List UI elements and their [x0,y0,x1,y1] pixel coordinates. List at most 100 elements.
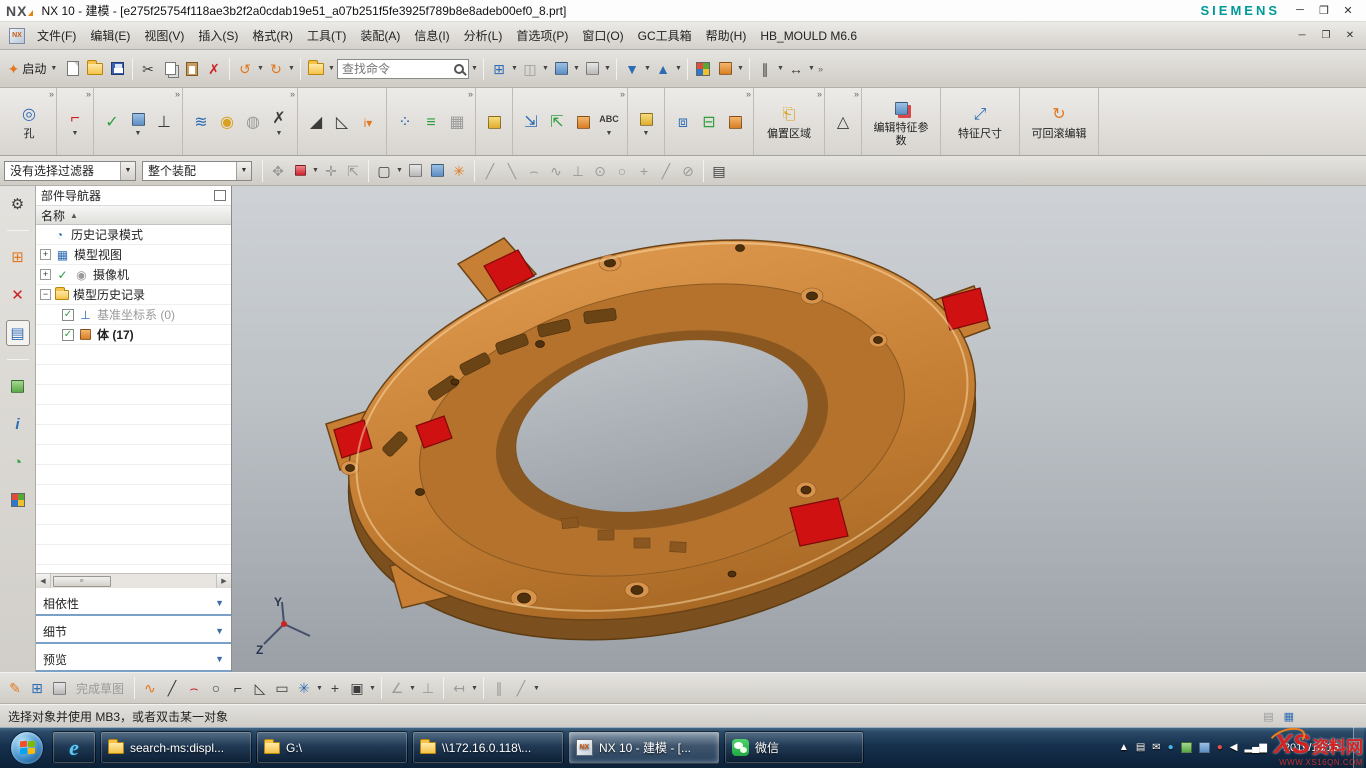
offset-dropdown-arrow[interactable]: ▼ [368,685,377,692]
redo-dropdown-arrow[interactable]: ▼ [287,65,296,72]
menu-hb-mould[interactable]: HB_MOULD M6.6 [753,25,864,47]
mail-tray-icon[interactable]: ✉ [1152,743,1160,753]
layout-dropdown-arrow[interactable]: ▼ [510,65,519,72]
offset-region-button[interactable]: ⎗ 偏置区域 [761,104,817,141]
menu-view[interactable]: 视图(V) [137,23,191,48]
label-abc-button[interactable]: ABC▼ [598,108,620,137]
view-dropdown-arrow[interactable]: ▼ [541,65,550,72]
point-tool-button[interactable]: + [324,676,346,700]
volume-tray-icon[interactable]: ◀ [1230,743,1238,753]
copy-button[interactable] [159,57,181,81]
undo-button[interactable]: ↺ [234,57,256,81]
command-search-input[interactable] [342,62,451,76]
antivirus-tray-icon[interactable] [1181,742,1192,753]
info-button[interactable]: i▾ [357,112,379,134]
polygon-dropdown-arrow[interactable]: ▼ [315,685,324,692]
menu-preferences[interactable]: 首选项(P) [509,23,575,48]
tree-item-cameras[interactable]: + ✓ ◉ 摄像机 [36,265,231,285]
feature-dimension-button[interactable]: ⤢ 特征尺寸 [948,104,1012,141]
mdi-minimize-button[interactable]: ─ [1290,30,1314,41]
group-overflow[interactable]: » [86,89,91,99]
internet-explorer-button[interactable]: i [7,412,29,436]
shading-dropdown-arrow[interactable]: ▼ [736,65,745,72]
rectangle-tool-button[interactable]: ▭ [271,676,293,700]
pattern-feature-button[interactable]: ⁘ [394,112,416,134]
system-materials-button[interactable] [7,488,29,512]
unite-button[interactable]: ⧈ [672,112,694,134]
section-dependencies[interactable]: 相依性 ▼ [36,592,231,616]
snap-intersection-button[interactable]: + [633,159,655,183]
replace-face-button[interactable] [572,112,594,134]
snap-dropdown-arrow[interactable]: ▼ [311,167,320,174]
show-desktop-button[interactable] [1353,727,1364,768]
clipboard-view-button[interactable]: ▤ [708,159,730,183]
open-button[interactable] [84,57,106,81]
group-overflow[interactable]: » [468,89,473,99]
rollback-edit-button[interactable]: ↻ 可回滚编辑 [1027,104,1091,141]
taskbar-window-wechat[interactable]: 微信 [724,731,864,764]
datum-plane-button[interactable]: ▼ [127,108,149,137]
spline-tool-button[interactable]: ∿ [139,676,161,700]
scrollbar-thumb[interactable]: ≡ [53,576,111,587]
menu-file[interactable]: 文件(F) [30,23,83,48]
angle-dropdown-arrow[interactable]: ▼ [408,685,417,692]
note-button[interactable] [483,112,505,134]
start-button[interactable]: ✦ 启动 ▼ [4,57,62,81]
snap-point-button[interactable] [289,159,311,183]
table-button[interactable]: ▦ [446,112,468,134]
rectangle-select-button[interactable]: ▢ [373,159,395,183]
snap-settings-button[interactable]: ✳ [448,159,470,183]
expand-icon[interactable]: + [40,249,51,260]
sketch-task-button[interactable]: ✎ [4,676,26,700]
mdi-close-button[interactable]: ✕ [1338,30,1362,41]
dimension-dropdown-arrow[interactable]: ▼ [470,685,479,692]
taskbar-clock[interactable]: 2019/10/15 [1274,742,1349,754]
snap-tangent-button[interactable]: ╱ [655,159,677,183]
menu-analysis[interactable]: 分析(L) [457,23,510,48]
render-dropdown-arrow[interactable]: ▼ [572,65,581,72]
recent-dropdown-arrow[interactable]: ▼ [327,65,336,72]
parallel-constraint-button[interactable]: ∥ [488,676,510,700]
hole-button[interactable]: ◎ 孔 [9,104,49,141]
toolbar-overflow[interactable]: » [818,64,823,74]
render-style-button[interactable] [550,57,572,81]
network-signal-tray-icon[interactable]: ▂▄▆ [1244,743,1266,753]
group-overflow[interactable]: » [175,89,180,99]
collapse-icon[interactable]: − [40,289,51,300]
sketch-button[interactable]: ⌐▼ [64,108,86,137]
tree-item-history-mode[interactable]: ◔ 历史记录模式 [36,225,231,245]
constraint-navigator-button[interactable]: ✕ [7,283,29,307]
minimize-button[interactable]: ─ [1288,4,1312,17]
scroll-left-button[interactable]: ◀ [36,574,51,588]
chamfer-button[interactable]: ◢ [305,112,327,134]
draft-button[interactable]: ◺ [331,112,353,134]
reattach-button[interactable]: ⊞ [26,676,48,700]
highlight-button[interactable]: ✥ [267,159,289,183]
import-dropdown-arrow[interactable]: ▼ [643,65,652,72]
graphics-viewport[interactable]: Y Z [232,186,1366,672]
rect-dropdown-arrow[interactable]: ▼ [395,167,404,174]
coil-button[interactable]: ◍ [242,112,264,134]
menu-help[interactable]: 帮助(H) [699,23,754,48]
body-button[interactable] [724,112,746,134]
pull-face-button[interactable]: ⇱ [546,112,568,134]
block-button[interactable]: ▼ [635,108,657,137]
assembly-navigator-button[interactable]: ⊞ [7,245,29,269]
measure-dropdown-arrow[interactable]: ▼ [807,65,816,72]
internet-explorer-taskbar-button[interactable]: e [52,731,96,764]
deselect-button[interactable]: ⇱ [342,159,364,183]
delete-button[interactable]: ✗ [203,57,225,81]
taskbar-window-search[interactable]: search-ms:displ... [100,731,252,764]
arc-tool-button[interactable]: ⌢ [183,676,205,700]
washer-button[interactable]: ◉ [216,112,238,134]
snap-grid-button[interactable]: ⊘ [677,159,699,183]
group-overflow[interactable]: » [817,89,822,99]
offset-curve-button[interactable]: ▣ [346,676,368,700]
tangent-constraint-button[interactable]: ╱ [510,676,532,700]
cut-button[interactable]: ✂ [137,57,159,81]
status-window-icon[interactable]: ▦ [1284,710,1294,723]
view-manager-button[interactable]: ◫ [519,57,541,81]
menu-format[interactable]: 格式(R) [245,23,300,48]
import-button[interactable]: ▼ [621,57,643,81]
export-dropdown-arrow[interactable]: ▼ [674,65,683,72]
